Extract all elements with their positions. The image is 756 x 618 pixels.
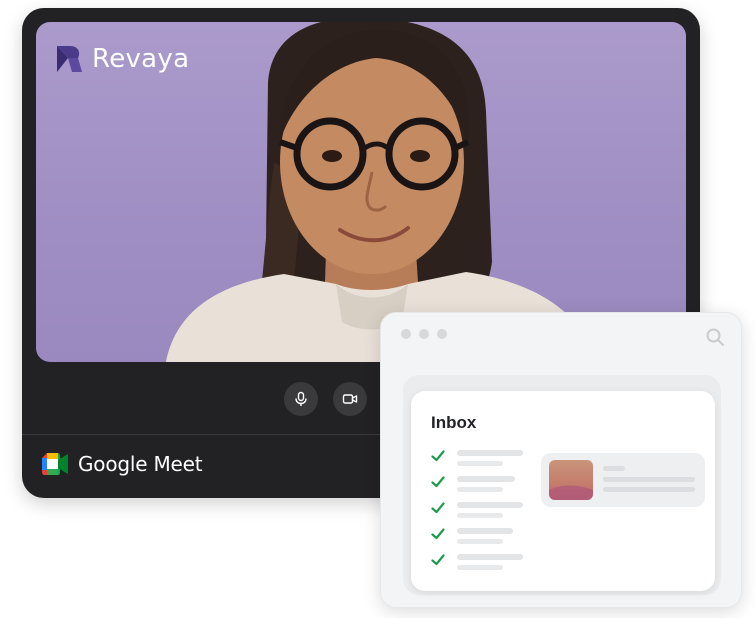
email-subject-placeholder [457, 450, 523, 456]
brand-name: Revaya [92, 44, 190, 74]
inbox-window: Inbox [380, 312, 742, 608]
participant-video: Revaya [36, 22, 686, 362]
inbox-title: Inbox [431, 413, 477, 432]
email-list-item[interactable] [431, 449, 531, 471]
google-meet-branding: Google Meet [42, 452, 203, 476]
camera-icon [342, 394, 358, 404]
email-snippet-placeholder [457, 565, 503, 570]
search-icon[interactable] [705, 327, 725, 347]
google-meet-icon [42, 453, 68, 475]
revaya-logo-icon [57, 46, 82, 72]
email-preview-card[interactable] [541, 453, 705, 507]
camera-button[interactable] [333, 382, 367, 416]
email-list-item[interactable] [431, 553, 531, 575]
check-icon [431, 528, 445, 540]
email-snippet-placeholder [457, 539, 503, 544]
close-window-button[interactable] [401, 329, 411, 339]
email-subject-placeholder [457, 502, 523, 508]
preview-thumbnail-image [549, 460, 593, 500]
check-icon [431, 476, 445, 488]
email-list-item[interactable] [431, 475, 531, 497]
maximize-window-button[interactable] [437, 329, 447, 339]
email-list-item[interactable] [431, 527, 531, 549]
inbox-panel: Inbox [411, 391, 715, 591]
email-subject-placeholder [457, 528, 513, 534]
email-snippet-placeholder [457, 513, 503, 518]
email-subject-placeholder [457, 476, 515, 482]
window-controls [401, 329, 447, 339]
preview-line-placeholder [603, 477, 695, 482]
email-snippet-placeholder [457, 487, 503, 492]
email-snippet-placeholder [457, 461, 503, 466]
minimize-window-button[interactable] [419, 329, 429, 339]
email-subject-placeholder [457, 554, 523, 560]
microphone-icon [295, 391, 307, 406]
check-icon [431, 450, 445, 462]
check-icon [431, 554, 445, 566]
preview-line-placeholder [603, 466, 625, 471]
check-icon [431, 502, 445, 514]
preview-line-placeholder [603, 487, 695, 492]
microphone-button[interactable] [284, 382, 318, 416]
brand-logo: Revaya [54, 44, 189, 74]
app-name: Google Meet [78, 452, 203, 476]
email-list-item[interactable] [431, 501, 531, 523]
